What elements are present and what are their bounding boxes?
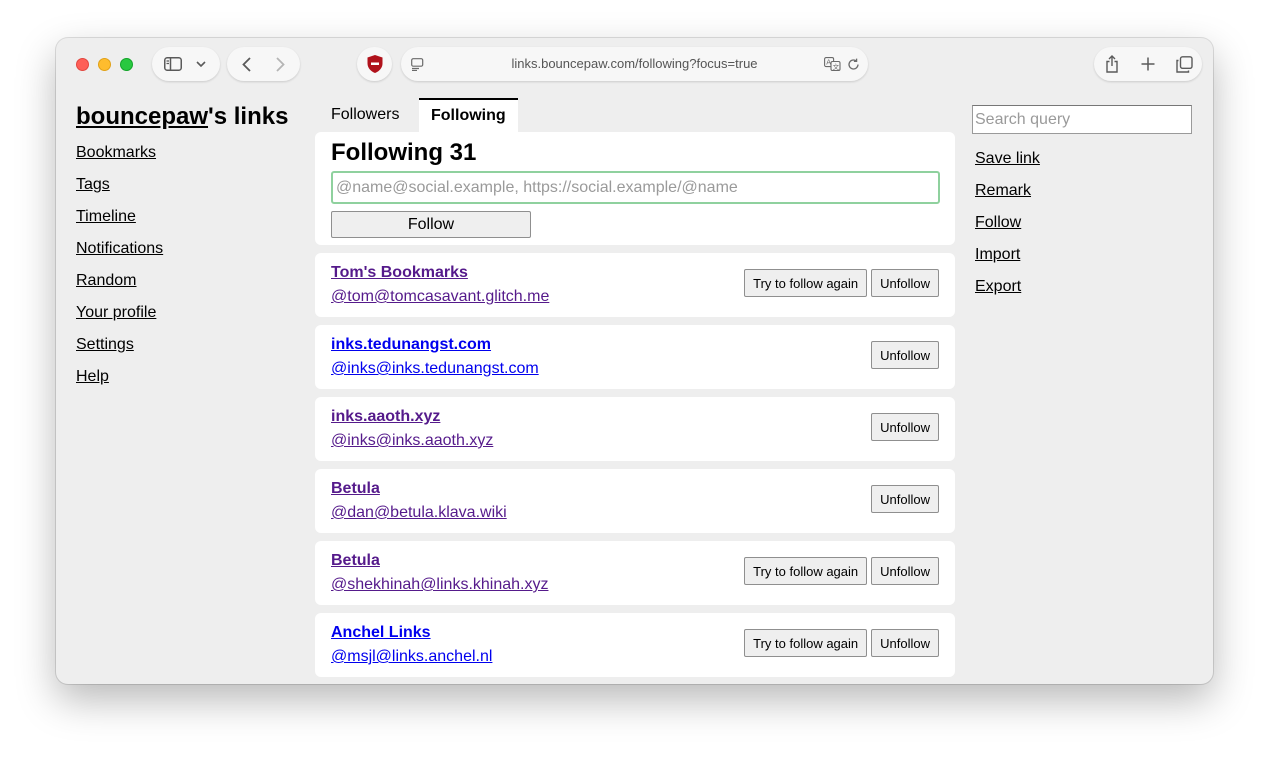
unfollow-button[interactable]: Unfollow [871,341,939,369]
nav-timeline[interactable]: Timeline [76,207,163,239]
entry-actions: Try to follow again Unfollow [744,557,939,585]
nav-settings[interactable]: Settings [76,335,163,367]
following-entry: inks.tedunangst.com @inks@inks.tedunangs… [315,325,955,389]
nav-your-profile[interactable]: Your profile [76,303,163,335]
entry-actions: Try to follow again Unfollow [744,629,939,657]
translate-icon[interactable]: A文 [822,47,842,81]
action-follow[interactable]: Follow [975,213,1040,245]
tab-followers[interactable]: Followers [319,98,411,132]
entry-name-link[interactable]: Betula [331,480,380,498]
share-icon[interactable] [1100,47,1124,81]
action-save-link[interactable]: Save link [975,149,1040,181]
entry-handle-link[interactable]: @dan@betula.klava.wiki [331,504,507,522]
entry-name-link[interactable]: inks.aaoth.xyz [331,408,440,426]
sidebar-control [152,47,220,81]
entry-handle-link[interactable]: @tom@tomcasavant.glitch.me [331,288,549,306]
entry-name-link[interactable]: Anchel Links [331,624,431,642]
entry-handle-link[interactable]: @inks@inks.aaoth.xyz [331,432,493,450]
entry-handle-link[interactable]: @inks@inks.tedunangst.com [331,360,539,378]
browser-window: links.bouncepaw.com/following?focus=true… [56,38,1213,684]
unfollow-button[interactable]: Unfollow [871,413,939,441]
chevron-down-icon[interactable] [192,47,210,81]
follow-address-input[interactable] [331,171,940,204]
entry-actions: Unfollow [871,413,939,441]
svg-text:文: 文 [832,62,839,71]
nav-bookmarks[interactable]: Bookmarks [76,143,163,175]
nav-tags[interactable]: Tags [76,175,163,207]
following-entry: Betula @shekhinah@links.khinah.xyz Try t… [315,541,955,605]
url-text: links.bouncepaw.com/following?focus=true [511,56,758,71]
entry-handle-link[interactable]: @msjl@links.anchel.nl [331,648,492,666]
back-arrow-icon[interactable] [235,47,257,81]
unfollow-button[interactable]: Unfollow [871,629,939,657]
following-entry: inks.aaoth.xyz @inks@inks.aaoth.xyz Unfo… [315,397,955,461]
owner-link[interactable]: bouncepaw [76,103,208,130]
retry-follow-button[interactable]: Try to follow again [744,557,868,585]
unfollow-button[interactable]: Unfollow [871,485,939,513]
plus-icon[interactable] [1136,47,1160,81]
main-navigation: Bookmarks Tags Timeline Notifications Ra… [76,143,163,399]
entry-actions: Unfollow [871,485,939,513]
page-content: bouncepaw's links Bookmarks Tags Timelin… [56,90,1213,684]
entry-actions: Try to follow again Unfollow [744,269,939,297]
tab-following[interactable]: Following [419,98,518,132]
entry-name-link[interactable]: Tom's Bookmarks [331,264,468,282]
shield-blocker-icon [357,47,392,81]
retry-follow-button[interactable]: Try to follow again [744,629,868,657]
entry-handle-link[interactable]: @shekhinah@links.khinah.xyz [331,576,548,594]
following-entry: Tom's Bookmarks @tom@tomcasavant.glitch.… [315,253,955,317]
minimize-window-button[interactable] [98,58,111,71]
nav-random[interactable]: Random [76,271,163,303]
navigation-controls [227,47,300,81]
following-entry: Betula @dan@betula.klava.wiki Unfollow [315,469,955,533]
actions-navigation: Save link Remark Follow Import Export [975,149,1040,309]
action-export[interactable]: Export [975,277,1040,309]
following-count-heading: Following 31 [331,139,477,166]
reload-icon[interactable] [844,47,862,81]
browser-toolbar: links.bouncepaw.com/following?focus=true… [56,38,1213,90]
extension-button[interactable] [357,47,392,81]
follow-form-card: Following 31 Follow [315,132,955,245]
action-import[interactable]: Import [975,245,1040,277]
sidebar-icon[interactable] [162,47,184,81]
window-actions [1094,47,1202,81]
unfollow-button[interactable]: Unfollow [871,269,939,297]
entry-name-link[interactable]: Betula [331,552,380,570]
site-title: bouncepaw's links [76,103,288,131]
nav-notifications[interactable]: Notifications [76,239,163,271]
following-entry: Anchel Links @msjl@links.anchel.nl Try t… [315,613,955,677]
follow-button[interactable]: Follow [331,211,531,238]
entry-actions: Unfollow [871,341,939,369]
unfollow-button[interactable]: Unfollow [871,557,939,585]
tab-overview-icon[interactable] [1172,47,1196,81]
search-input[interactable] [972,105,1192,134]
forward-arrow-icon[interactable] [269,47,291,81]
zoom-window-button[interactable] [120,58,133,71]
retry-follow-button[interactable]: Try to follow again [744,269,868,297]
site-title-suffix: 's links [208,103,289,130]
close-window-button[interactable] [76,58,89,71]
action-remark[interactable]: Remark [975,181,1040,213]
entry-name-link[interactable]: inks.tedunangst.com [331,336,491,354]
address-bar[interactable]: links.bouncepaw.com/following?focus=true… [401,47,868,81]
nav-help[interactable]: Help [76,367,163,399]
